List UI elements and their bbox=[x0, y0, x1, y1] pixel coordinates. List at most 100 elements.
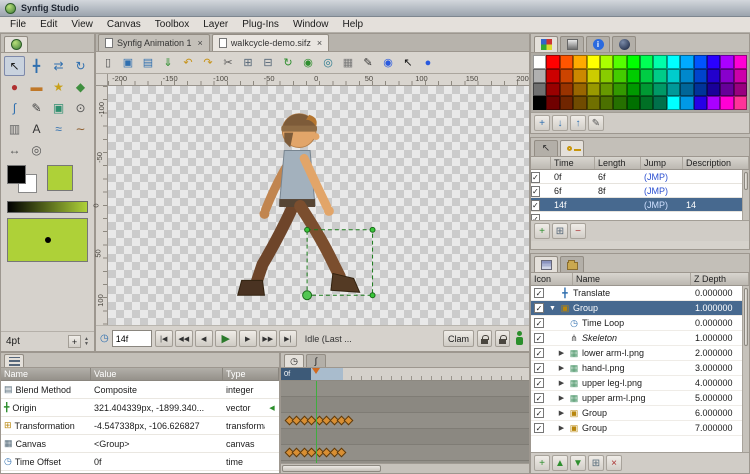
palette-swatch[interactable] bbox=[533, 83, 546, 97]
new-doc-icon[interactable]: ▯ bbox=[99, 54, 117, 71]
palette-swatch[interactable] bbox=[546, 55, 559, 69]
layer-row[interactable]: ✓◷Time Loop0.000000 bbox=[531, 316, 749, 331]
palette-swatch[interactable] bbox=[653, 69, 666, 83]
mirror-tool[interactable]: ⇄ bbox=[48, 56, 69, 76]
palette-swatch[interactable] bbox=[707, 96, 720, 110]
palette-swatch[interactable] bbox=[667, 96, 680, 110]
transform-tool[interactable]: ↖ bbox=[4, 56, 25, 76]
keyframe-row[interactable]: ✓6f8f(JMP) bbox=[531, 184, 749, 198]
palette-swatch[interactable] bbox=[720, 55, 733, 69]
new-layer-button[interactable]: + bbox=[534, 455, 550, 471]
timetrack-hscrollbar[interactable] bbox=[281, 463, 529, 473]
palette-swatch[interactable] bbox=[720, 83, 733, 97]
menu-item-window[interactable]: Window bbox=[286, 18, 336, 31]
keyframe-lock-checkbox[interactable]: ✓ bbox=[531, 186, 551, 196]
paste-icon[interactable]: ⊟ bbox=[259, 54, 277, 71]
palette-swatch[interactable] bbox=[707, 55, 720, 69]
palette-swatch[interactable] bbox=[653, 96, 666, 110]
keyframes-scrollbar[interactable] bbox=[742, 170, 749, 220]
scrollbar-thumb[interactable] bbox=[282, 465, 381, 472]
close-icon[interactable]: × bbox=[317, 38, 322, 48]
menu-item-help[interactable]: Help bbox=[336, 18, 371, 31]
time-cursor-line[interactable] bbox=[316, 381, 317, 463]
circle-tool[interactable]: ● bbox=[4, 77, 25, 97]
palette-swatch[interactable] bbox=[653, 55, 666, 69]
tab-synfig-animation-1[interactable]: Synfig Animation 1 × bbox=[98, 34, 210, 51]
layer-visibility-checkbox[interactable]: ✓ bbox=[534, 288, 544, 298]
waypoint[interactable] bbox=[337, 448, 347, 458]
palette-swatch[interactable] bbox=[680, 96, 693, 110]
palette-swatch[interactable] bbox=[694, 55, 707, 69]
palette-swatch[interactable] bbox=[627, 83, 640, 97]
menu-item-layer[interactable]: Layer bbox=[196, 18, 235, 31]
palette-swatch[interactable] bbox=[627, 55, 640, 69]
layers-scrollbar[interactable] bbox=[742, 286, 749, 452]
palette-swatch[interactable] bbox=[546, 69, 559, 83]
palette-swatch[interactable] bbox=[560, 55, 573, 69]
remove-keyframe-button[interactable]: − bbox=[570, 223, 586, 239]
layer-expander-icon[interactable]: ▶ bbox=[557, 394, 566, 402]
undo-icon[interactable]: ↶ bbox=[179, 54, 197, 71]
waypoint[interactable] bbox=[344, 416, 354, 426]
palette-swatch[interactable] bbox=[627, 69, 640, 83]
palette-swatch[interactable] bbox=[653, 83, 666, 97]
spline-tool[interactable]: ∫ bbox=[4, 98, 25, 118]
polygon-tool[interactable]: ◆ bbox=[70, 77, 91, 97]
scale-tool[interactable]: ↔ bbox=[4, 140, 25, 160]
duplicate-layer-button[interactable]: ⊞ bbox=[588, 455, 604, 471]
star-tool[interactable]: ★ bbox=[48, 77, 69, 97]
timetrack-tab[interactable]: ◷ bbox=[284, 354, 304, 367]
palette-swatch[interactable] bbox=[680, 55, 693, 69]
keyframe-row[interactable]: ✓ bbox=[531, 212, 749, 220]
eyedrop-tool[interactable]: ⊙ bbox=[70, 98, 91, 118]
render-icon[interactable]: ◎ bbox=[319, 54, 337, 71]
layer-visibility-checkbox[interactable]: ✓ bbox=[534, 363, 544, 373]
keyframes-tab[interactable] bbox=[560, 140, 584, 156]
palette-swatch[interactable] bbox=[600, 69, 613, 83]
pen-icon[interactable]: ✎ bbox=[359, 54, 377, 71]
layer-row[interactable]: ✓▶▦upper arm-l.png5.000000 bbox=[531, 391, 749, 406]
palette-swatch[interactable] bbox=[573, 83, 586, 97]
palette-swatch[interactable] bbox=[640, 96, 653, 110]
menu-item-canvas[interactable]: Canvas bbox=[100, 18, 148, 31]
gradient-tool[interactable]: ▥ bbox=[4, 119, 25, 139]
layer-expander-icon[interactable]: ▶ bbox=[557, 364, 566, 372]
grid-icon[interactable]: ▦ bbox=[339, 54, 357, 71]
layer-visibility-checkbox[interactable]: ✓ bbox=[534, 318, 544, 328]
palette-swatch[interactable] bbox=[533, 69, 546, 83]
palette-swatch[interactable] bbox=[533, 55, 546, 69]
layer-expander-icon[interactable]: ▶ bbox=[557, 409, 566, 417]
rectangle-tool[interactable]: ▬ bbox=[26, 77, 47, 97]
scrollbar-thumb[interactable] bbox=[744, 288, 748, 346]
palette-swatch[interactable] bbox=[627, 96, 640, 110]
parameters-tab[interactable] bbox=[4, 354, 24, 367]
param-row[interactable]: ▦Canvas<Group>canvas bbox=[1, 435, 279, 453]
palette-swatch[interactable] bbox=[707, 69, 720, 83]
smooth-move-tool[interactable]: ╋ bbox=[26, 56, 47, 76]
delete-layer-button[interactable]: × bbox=[606, 455, 622, 471]
menu-item-view[interactable]: View bbox=[64, 18, 100, 31]
library-tab[interactable] bbox=[560, 256, 584, 272]
animate-mode-icon[interactable] bbox=[513, 331, 525, 346]
layer-visibility-checkbox[interactable]: ✓ bbox=[534, 303, 544, 313]
palette-swatch[interactable] bbox=[707, 83, 720, 97]
palette-add-color-button[interactable]: + bbox=[534, 115, 550, 131]
palette-open-button[interactable]: ↑ bbox=[570, 115, 586, 131]
brush-preview[interactable] bbox=[7, 218, 88, 262]
layer-row[interactable]: ✓╋Translate0.000000 bbox=[531, 286, 749, 301]
palette-swatch[interactable] bbox=[573, 96, 586, 110]
palette-save-button[interactable]: ↓ bbox=[552, 115, 568, 131]
palette-swatch[interactable] bbox=[600, 55, 613, 69]
lower-layer-button[interactable]: ▼ bbox=[570, 455, 586, 471]
palette-swatch[interactable] bbox=[560, 69, 573, 83]
tab-walkcycle-demo[interactable]: walkcycle-demo.sifz × bbox=[212, 34, 329, 51]
palette-swatch[interactable] bbox=[546, 83, 559, 97]
palette-editor-tab[interactable] bbox=[534, 36, 558, 52]
palette-swatch[interactable] bbox=[734, 69, 747, 83]
param-row[interactable]: ╋Origin321.404339px, -1899.340...vector◀ bbox=[1, 399, 279, 417]
menu-item-edit[interactable]: Edit bbox=[33, 18, 64, 31]
layer-visibility-checkbox[interactable]: ✓ bbox=[534, 408, 544, 418]
brush-size-increase-button[interactable]: + bbox=[68, 335, 81, 348]
info-tab[interactable]: i bbox=[586, 36, 610, 52]
navigator-tab[interactable] bbox=[612, 36, 636, 52]
